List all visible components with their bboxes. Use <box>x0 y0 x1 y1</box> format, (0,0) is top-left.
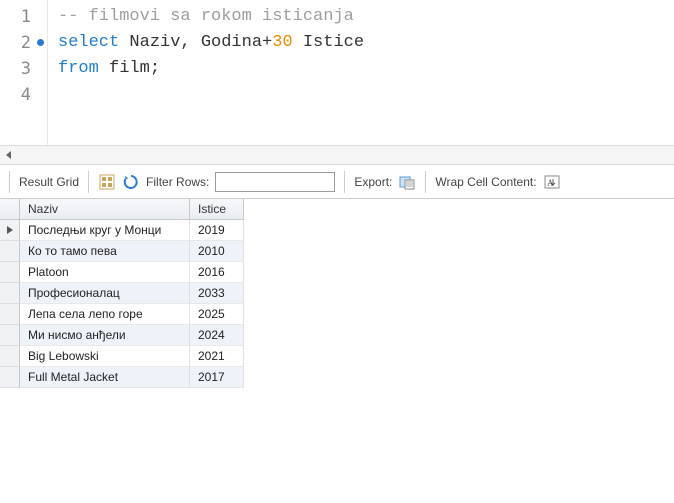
editor-horizontal-scrollbar[interactable] <box>0 145 674 165</box>
refresh-icon[interactable] <box>122 173 140 191</box>
code-line[interactable]: select Naziv, Godina+30 Istice <box>58 30 364 56</box>
export-icon[interactable] <box>398 173 416 191</box>
wrap-cell-icon[interactable]: A <box>543 173 561 191</box>
grid-cell[interactable]: Ми нисмо анђели <box>20 325 190 346</box>
row-header[interactable] <box>0 304 20 325</box>
row-header[interactable] <box>0 262 20 283</box>
grid-cell[interactable]: 2016 <box>190 262 244 283</box>
grid-cell[interactable]: 2017 <box>190 367 244 388</box>
grid-cell[interactable]: Big Lebowski <box>20 346 190 367</box>
grid-cell[interactable]: 2033 <box>190 283 244 304</box>
grid-cell[interactable]: Ко то тамо пева <box>20 241 190 262</box>
execute-marker-icon <box>37 39 44 46</box>
editor-gutter: 1234 <box>0 0 48 145</box>
row-header[interactable] <box>0 220 20 241</box>
row-header[interactable] <box>0 367 20 388</box>
row-header[interactable] <box>0 346 20 367</box>
results-toolbar: Result Grid Filter Rows: Export: Wrap Ce… <box>0 165 674 199</box>
grid-cell[interactable]: 2024 <box>190 325 244 346</box>
toolbar-separator <box>88 171 89 193</box>
code-line[interactable]: from film; <box>58 56 364 82</box>
filter-rows-input[interactable] <box>215 172 335 192</box>
grid-cell[interactable]: 2010 <box>190 241 244 262</box>
grid-view-icon[interactable] <box>98 173 116 191</box>
gutter-line: 2 <box>0 30 47 56</box>
grid-cell[interactable]: 2019 <box>190 220 244 241</box>
row-header[interactable] <box>0 241 20 262</box>
grid-corner <box>0 199 20 220</box>
grid-cell[interactable]: Full Metal Jacket <box>20 367 190 388</box>
toolbar-separator <box>9 171 10 193</box>
code-line[interactable] <box>58 82 364 108</box>
current-row-pointer-icon <box>7 226 13 234</box>
row-header-column <box>0 199 20 388</box>
code-line[interactable]: -- filmovi sa rokom isticanja <box>58 4 364 30</box>
filter-rows-label: Filter Rows: <box>146 175 209 189</box>
column-header[interactable]: Naziv <box>20 199 190 220</box>
sql-editor[interactable]: 1234 -- filmovi sa rokom isticanjaselect… <box>0 0 674 145</box>
column-header[interactable]: Istice <box>190 199 244 220</box>
grid-cell[interactable]: Лепа села лепо горе <box>20 304 190 325</box>
grid-cell[interactable]: Последњи круг у Монци <box>20 220 190 241</box>
gutter-line: 4 <box>0 82 47 108</box>
toolbar-separator <box>425 171 426 193</box>
gutter-line: 1 <box>0 4 47 30</box>
grid-cell[interactable]: Platoon <box>20 262 190 283</box>
scroll-left-arrow-icon[interactable] <box>0 146 18 164</box>
row-header[interactable] <box>0 283 20 304</box>
grid-column: Istice20192010201620332025202420212017 <box>190 199 244 388</box>
result-grid[interactable]: NazivПоследњи круг у МонциКо то тамо пев… <box>0 199 674 388</box>
wrap-cell-label: Wrap Cell Content: <box>435 175 536 189</box>
grid-cell[interactable]: 2025 <box>190 304 244 325</box>
row-header[interactable] <box>0 325 20 346</box>
export-label: Export: <box>354 175 392 189</box>
gutter-line: 3 <box>0 56 47 82</box>
grid-cell[interactable]: Професионалац <box>20 283 190 304</box>
grid-column: NazivПоследњи круг у МонциКо то тамо пев… <box>20 199 190 388</box>
editor-code[interactable]: -- filmovi sa rokom isticanjaselect Nazi… <box>48 0 364 145</box>
toolbar-separator <box>344 171 345 193</box>
grid-cell[interactable]: 2021 <box>190 346 244 367</box>
result-grid-label: Result Grid <box>19 175 79 189</box>
